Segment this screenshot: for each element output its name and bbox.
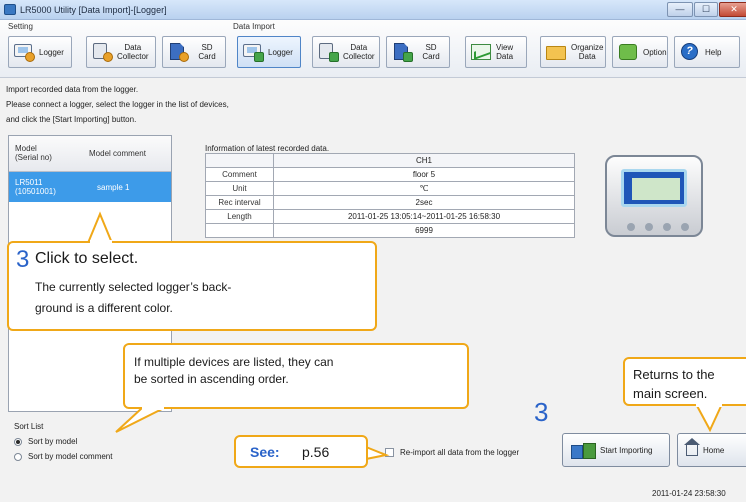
select-tail-cover xyxy=(90,240,112,244)
home-callout-text: Returns to the main screen. xyxy=(633,367,715,401)
home-tail-cover xyxy=(696,403,722,407)
see-callout: See: p.56 xyxy=(234,435,368,468)
see-page-reference[interactable]: p.56 xyxy=(302,444,329,460)
select-callout-body: The currently selected logger’s back- gr… xyxy=(35,280,232,315)
home-callout: Returns to the main screen. xyxy=(623,357,746,406)
select-callout: 3 Click to select. The currently selecte… xyxy=(7,241,377,331)
app-window: LR5000 Utility [Data Import]-[Logger] — … xyxy=(0,0,746,502)
see-label: See: xyxy=(250,444,280,460)
sort-callout-text: If multiple devices are listed, they can… xyxy=(134,355,334,386)
sort-callout: If multiple devices are listed, they can… xyxy=(123,343,469,409)
select-step-number: 3 xyxy=(16,246,30,273)
sort-tail-cover xyxy=(142,406,164,410)
sort-callout-tail xyxy=(115,407,165,433)
select-callout-tail xyxy=(86,211,114,244)
start-step-number: 3 xyxy=(534,397,549,427)
home-callout-tail xyxy=(694,403,724,433)
see-callout-tail xyxy=(365,445,390,461)
select-callout-title: Click to select. xyxy=(35,250,139,267)
